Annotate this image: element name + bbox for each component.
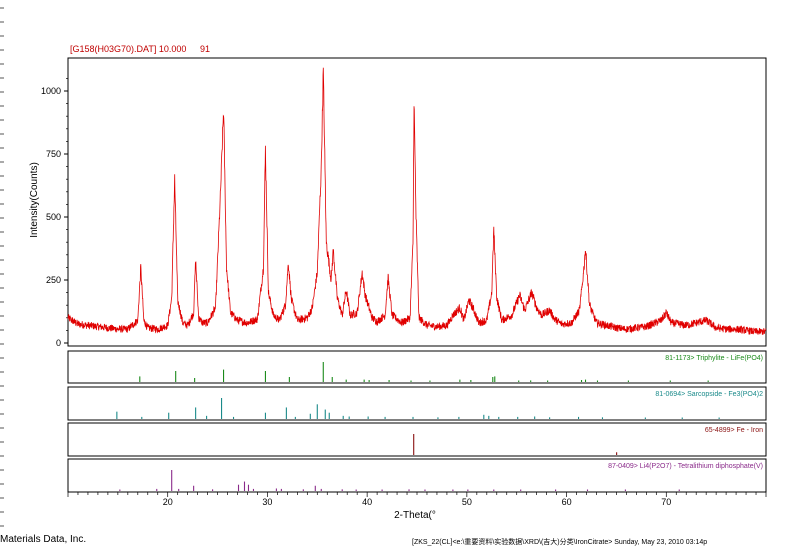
- x-axis-label: 2-Theta(°: [394, 510, 436, 521]
- file-label: [G158(H03G70).DAT] 10.000: [70, 44, 186, 54]
- xrd-report: [G158(H03G70).DAT] 10.000 91 0 250 500 750 1…: [0, 0, 800, 546]
- y-axis-label: Intensity(Counts): [29, 162, 40, 238]
- reference-label: 87-0409> Li4(P2O7) - Tetralithium diphos…: [608, 463, 763, 470]
- company-credit: Materials Data, Inc.: [0, 534, 87, 545]
- count-label: 91: [200, 44, 210, 54]
- x-tick-label: 50: [462, 497, 472, 507]
- x-tick-label: 60: [562, 497, 572, 507]
- edge-ruler: [0, 7, 4, 527]
- y-tick-label: 250: [46, 275, 61, 285]
- y-axis: 0 250 500 750 1000: [41, 78, 68, 348]
- reference-strip: 65-4899> Fe - Iron: [67, 422, 767, 457]
- reference-strips: 81-1173> Triphylite - LiFe(PO4) 81-0694> …: [67, 350, 767, 493]
- reference-strip: 81-0694> Sarcopside - Fe3(PO4)2: [67, 386, 767, 421]
- x-axis: 20 30 40 50 60 70: [67, 491, 767, 507]
- x-tick-label: 70: [661, 497, 671, 507]
- reference-frame: [67, 350, 767, 384]
- reference-label: 65-4899> Fe - Iron: [705, 427, 763, 434]
- diffraction-pattern-line: [67, 67, 767, 335]
- x-tick-label: 40: [362, 497, 372, 507]
- x-tick-label: 20: [163, 497, 173, 507]
- xrd-chart: [G158(H03G70).DAT] 10.000 91 0 250 500 750 1…: [0, 7, 767, 527]
- y-tick-label: 0: [56, 338, 61, 348]
- y-tick-label: 1000: [41, 86, 61, 96]
- reference-strip: 87-0409> Li4(P2O7) - Tetralithium diphos…: [67, 458, 767, 493]
- reference-frame: [67, 422, 767, 457]
- x-tick-label: 30: [262, 497, 272, 507]
- main-plot-frame: [67, 57, 767, 347]
- y-tick-label: 750: [46, 149, 61, 159]
- reference-strip: 81-1173> Triphylite - LiFe(PO4): [67, 350, 767, 384]
- reference-label: 81-1173> Triphylite - LiFe(PO4): [665, 355, 763, 362]
- reference-label: 81-0694> Sarcopside - Fe3(PO4)2: [655, 391, 763, 398]
- y-tick-label: 500: [46, 212, 61, 222]
